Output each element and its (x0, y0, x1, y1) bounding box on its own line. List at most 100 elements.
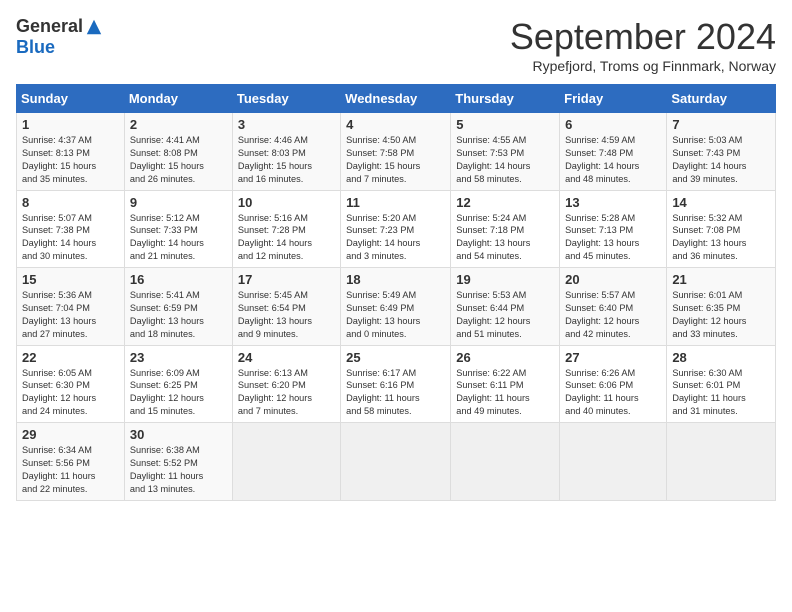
logo: General Blue (16, 16, 103, 58)
day-info: Sunrise: 5:45 AM Sunset: 6:54 PM Dayligh… (238, 289, 335, 341)
calendar-day-cell: 21 Sunrise: 6:01 AM Sunset: 6:35 PM Dayli… (667, 268, 776, 346)
day-info: Sunrise: 4:55 AM Sunset: 7:53 PM Dayligh… (456, 134, 554, 186)
day-of-week-header: Tuesday (232, 85, 340, 113)
calendar-day-cell: 6 Sunrise: 4:59 AM Sunset: 7:48 PM Daylig… (560, 113, 667, 191)
day-info: Sunrise: 5:07 AM Sunset: 7:38 PM Dayligh… (22, 212, 119, 264)
day-info: Sunrise: 4:41 AM Sunset: 8:08 PM Dayligh… (130, 134, 227, 186)
day-info: Sunrise: 6:01 AM Sunset: 6:35 PM Dayligh… (672, 289, 770, 341)
location-text: Rypefjord, Troms og Finnmark, Norway (510, 58, 776, 74)
day-number: 29 (22, 427, 119, 442)
day-number: 20 (565, 272, 661, 287)
calendar-day-cell: 24 Sunrise: 6:13 AM Sunset: 6:20 PM Dayli… (232, 345, 340, 423)
calendar-day-cell: 26Sunrise: 6:22 AM Sunset: 6:11 PM Dayli… (451, 345, 560, 423)
day-of-week-header: Friday (560, 85, 667, 113)
day-info: Sunrise: 6:34 AM Sunset: 5:56 PM Dayligh… (22, 444, 119, 496)
day-info: Sunrise: 4:37 AM Sunset: 8:13 PM Dayligh… (22, 134, 119, 186)
day-info: Sunrise: 5:12 AM Sunset: 7:33 PM Dayligh… (130, 212, 227, 264)
day-number: 11 (346, 195, 445, 210)
day-number: 8 (22, 195, 119, 210)
calendar-day-cell: 5 Sunrise: 4:55 AM Sunset: 7:53 PM Daylig… (451, 113, 560, 191)
calendar-day-cell: 14 Sunrise: 5:32 AM Sunset: 7:08 PM Dayli… (667, 190, 776, 268)
calendar-day-cell (451, 423, 560, 501)
calendar-day-cell: 22 Sunrise: 6:05 AM Sunset: 6:30 PM Dayli… (17, 345, 125, 423)
day-number: 19 (456, 272, 554, 287)
calendar-day-cell: 8 Sunrise: 5:07 AM Sunset: 7:38 PM Daylig… (17, 190, 125, 268)
calendar-day-cell: 30 Sunrise: 6:38 AM Sunset: 5:52 PM Dayli… (124, 423, 232, 501)
day-number: 1 (22, 117, 119, 132)
day-info: Sunrise: 5:32 AM Sunset: 7:08 PM Dayligh… (672, 212, 770, 264)
calendar-table: SundayMondayTuesdayWednesdayThursdayFrid… (16, 84, 776, 501)
day-info: Sunrise: 6:13 AM Sunset: 6:20 PM Dayligh… (238, 367, 335, 419)
calendar-day-cell: 16 Sunrise: 5:41 AM Sunset: 6:59 PM Dayli… (124, 268, 232, 346)
calendar-day-cell: 3 Sunrise: 4:46 AM Sunset: 8:03 PM Daylig… (232, 113, 340, 191)
day-info: Sunrise: 5:28 AM Sunset: 7:13 PM Dayligh… (565, 212, 661, 264)
day-info: Sunrise: 6:38 AM Sunset: 5:52 PM Dayligh… (130, 444, 227, 496)
day-info: Sunrise: 4:46 AM Sunset: 8:03 PM Dayligh… (238, 134, 335, 186)
day-number: 30 (130, 427, 227, 442)
day-info: Sunrise: 6:30 AM Sunset: 6:01 PM Dayligh… (672, 367, 770, 419)
day-number: 25 (346, 350, 445, 365)
calendar-week-row: 8 Sunrise: 5:07 AM Sunset: 7:38 PM Daylig… (17, 190, 776, 268)
calendar-week-row: 1 Sunrise: 4:37 AM Sunset: 8:13 PM Daylig… (17, 113, 776, 191)
calendar-day-cell: 11 Sunrise: 5:20 AM Sunset: 7:23 PM Dayli… (341, 190, 451, 268)
day-info: Sunrise: 6:17 AM Sunset: 6:16 PM Dayligh… (346, 367, 445, 419)
day-info: Sunrise: 5:24 AM Sunset: 7:18 PM Dayligh… (456, 212, 554, 264)
page-header: General Blue September 2024 Rypefjord, T… (16, 16, 776, 74)
calendar-day-cell: 4 Sunrise: 4:50 AM Sunset: 7:58 PM Daylig… (341, 113, 451, 191)
calendar-day-cell: 10Sunrise: 5:16 AM Sunset: 7:28 PM Dayli… (232, 190, 340, 268)
calendar-day-cell: 23Sunrise: 6:09 AM Sunset: 6:25 PM Dayli… (124, 345, 232, 423)
day-info: Sunrise: 4:59 AM Sunset: 7:48 PM Dayligh… (565, 134, 661, 186)
day-info: Sunrise: 5:57 AM Sunset: 6:40 PM Dayligh… (565, 289, 661, 341)
day-info: Sunrise: 5:20 AM Sunset: 7:23 PM Dayligh… (346, 212, 445, 264)
calendar-day-cell (560, 423, 667, 501)
calendar-day-cell: 15Sunrise: 5:36 AM Sunset: 7:04 PM Dayli… (17, 268, 125, 346)
day-info: Sunrise: 6:26 AM Sunset: 6:06 PM Dayligh… (565, 367, 661, 419)
calendar-week-row: 15Sunrise: 5:36 AM Sunset: 7:04 PM Dayli… (17, 268, 776, 346)
day-info: Sunrise: 5:41 AM Sunset: 6:59 PM Dayligh… (130, 289, 227, 341)
day-number: 7 (672, 117, 770, 132)
day-number: 12 (456, 195, 554, 210)
title-block: September 2024 Rypefjord, Troms og Finnm… (510, 16, 776, 74)
day-number: 23 (130, 350, 227, 365)
calendar-day-cell: 29 Sunrise: 6:34 AM Sunset: 5:56 PM Dayli… (17, 423, 125, 501)
day-number: 5 (456, 117, 554, 132)
day-info: Sunrise: 5:49 AM Sunset: 6:49 PM Dayligh… (346, 289, 445, 341)
day-info: Sunrise: 4:50 AM Sunset: 7:58 PM Dayligh… (346, 134, 445, 186)
calendar-day-cell: 2Sunrise: 4:41 AM Sunset: 8:08 PM Daylig… (124, 113, 232, 191)
day-number: 27 (565, 350, 661, 365)
day-number: 24 (238, 350, 335, 365)
calendar-day-cell (667, 423, 776, 501)
calendar-day-cell: 17 Sunrise: 5:45 AM Sunset: 6:54 PM Dayli… (232, 268, 340, 346)
day-number: 14 (672, 195, 770, 210)
day-number: 4 (346, 117, 445, 132)
calendar-day-cell: 25 Sunrise: 6:17 AM Sunset: 6:16 PM Dayli… (341, 345, 451, 423)
day-number: 17 (238, 272, 335, 287)
day-of-week-header: Thursday (451, 85, 560, 113)
day-number: 21 (672, 272, 770, 287)
month-title: September 2024 (510, 16, 776, 58)
day-info: Sunrise: 5:53 AM Sunset: 6:44 PM Dayligh… (456, 289, 554, 341)
day-number: 6 (565, 117, 661, 132)
day-of-week-header: Saturday (667, 85, 776, 113)
day-info: Sunrise: 5:03 AM Sunset: 7:43 PM Dayligh… (672, 134, 770, 186)
day-of-week-header: Sunday (17, 85, 125, 113)
day-number: 9 (130, 195, 227, 210)
day-of-week-header: Wednesday (341, 85, 451, 113)
day-number: 18 (346, 272, 445, 287)
day-number: 22 (22, 350, 119, 365)
day-info: Sunrise: 6:05 AM Sunset: 6:30 PM Dayligh… (22, 367, 119, 419)
logo-blue-text: Blue (16, 37, 55, 58)
logo-general-text: General (16, 16, 83, 37)
day-info: Sunrise: 5:16 AM Sunset: 7:28 PM Dayligh… (238, 212, 335, 264)
calendar-week-row: 22 Sunrise: 6:05 AM Sunset: 6:30 PM Dayli… (17, 345, 776, 423)
day-number: 28 (672, 350, 770, 365)
calendar-day-cell: 13Sunrise: 5:28 AM Sunset: 7:13 PM Dayli… (560, 190, 667, 268)
calendar-week-row: 29 Sunrise: 6:34 AM Sunset: 5:56 PM Dayli… (17, 423, 776, 501)
logo-icon (85, 18, 103, 36)
calendar-day-cell: 19 Sunrise: 5:53 AM Sunset: 6:44 PM Dayli… (451, 268, 560, 346)
calendar-header-row: SundayMondayTuesdayWednesdayThursdayFrid… (17, 85, 776, 113)
day-number: 16 (130, 272, 227, 287)
calendar-day-cell (232, 423, 340, 501)
day-of-week-header: Monday (124, 85, 232, 113)
day-number: 3 (238, 117, 335, 132)
